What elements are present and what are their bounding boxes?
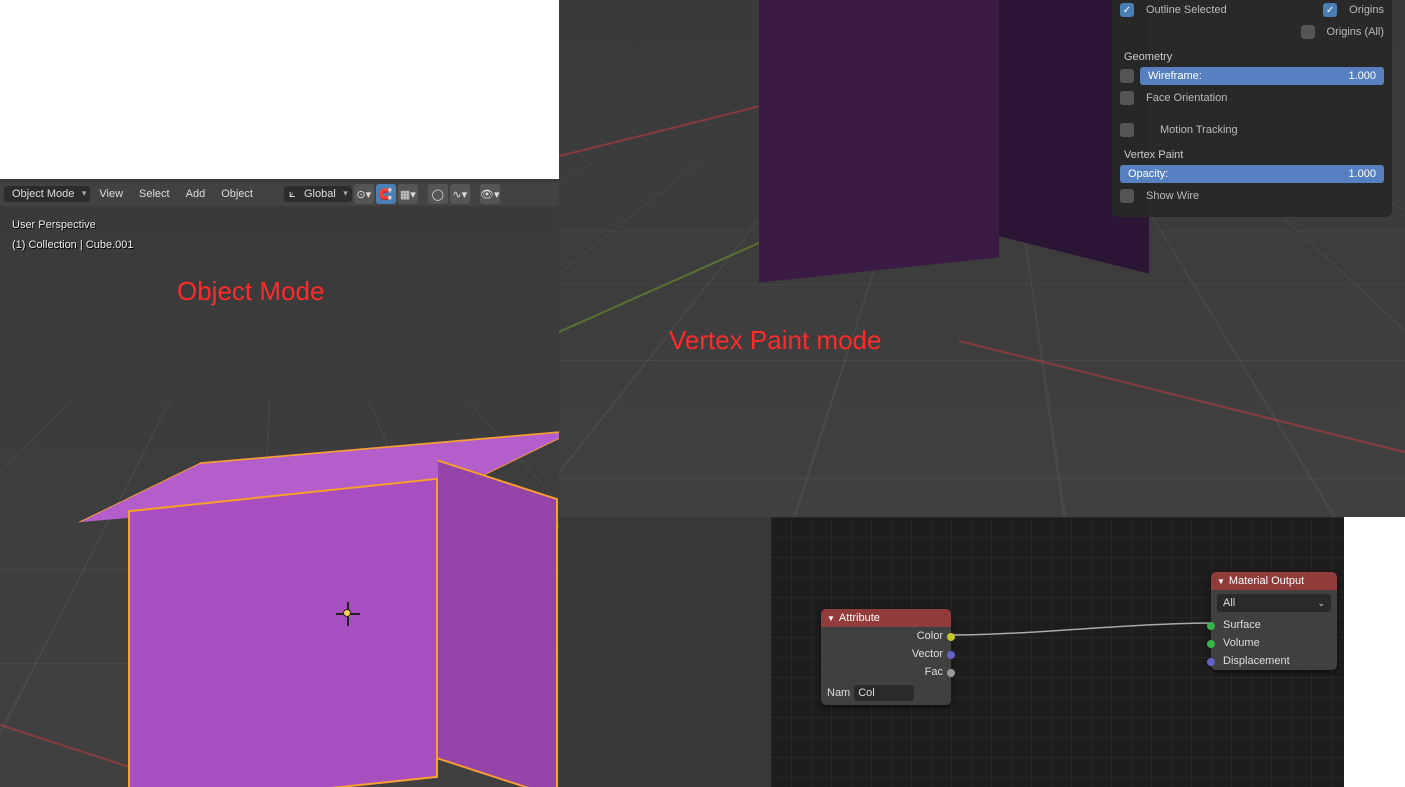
socket-surface-row: Surface [1211, 616, 1337, 634]
viewport-object-mode[interactable]: Object Mode View Select Add Object ⟀ Glo… [0, 179, 559, 787]
annotation-vertex-paint: Vertex Paint mode [669, 325, 881, 356]
origins-label: Origins [1343, 4, 1384, 16]
show-wire-checkbox[interactable] [1120, 189, 1134, 203]
wireframe-slider[interactable]: Wireframe: 1.000 [1140, 67, 1384, 85]
cube-vertex-paint[interactable] [759, 0, 1139, 280]
mode-select[interactable]: Object Mode [4, 186, 90, 202]
perspective-label: User Perspective [12, 219, 96, 231]
origins-checkbox[interactable]: ✓ [1323, 3, 1337, 17]
node-matout-title: Material Output [1229, 575, 1304, 587]
outline-selected-label: Outline Selected [1140, 4, 1227, 16]
node-attribute[interactable]: ▼ Attribute Color Vector Fac Nam [821, 609, 951, 705]
snap-toggle[interactable]: 🧲 [376, 184, 396, 204]
menu-object[interactable]: Object [214, 186, 260, 202]
white-gap-right [1344, 517, 1405, 787]
socket-color-out[interactable] [947, 633, 955, 641]
orientation-label: Global [304, 188, 336, 200]
socket-fac-label: Fac [925, 666, 943, 678]
menu-select[interactable]: Select [132, 186, 177, 202]
cube-face-front [759, 0, 999, 283]
menu-view[interactable]: View [92, 186, 130, 202]
annotation-object-mode: Object Mode [177, 276, 324, 307]
socket-volume-row: Volume [1211, 634, 1337, 652]
cube2-face-side [438, 460, 558, 787]
node-editor[interactable]: ▼ Attribute Color Vector Fac Nam ▼ Mater… [771, 517, 1344, 787]
pivot-icon[interactable]: ⊙▾ [354, 184, 374, 204]
socket-displacement-row: Displacement [1211, 652, 1337, 670]
socket-color-label: Color [917, 630, 943, 642]
opacity-slider[interactable]: Opacity: 1.000 [1120, 165, 1384, 183]
outline-selected-checkbox[interactable]: ✓ [1120, 3, 1134, 17]
socket-surface-in[interactable] [1207, 622, 1215, 630]
orientation-select[interactable]: ⟀ Global [284, 186, 352, 202]
wireframe-value: 1.000 [1348, 70, 1376, 82]
mode-label: Object Mode [12, 188, 74, 200]
blank-panel [0, 0, 559, 179]
orientation-icon: ⟀ [289, 188, 296, 201]
origins-all-checkbox[interactable] [1301, 25, 1315, 39]
socket-volume-label: Volume [1217, 637, 1260, 649]
show-wire-label: Show Wire [1140, 190, 1199, 202]
node-material-output[interactable]: ▼ Material Output All ⌄ Surface Volume D… [1211, 572, 1337, 670]
socket-vector-row: Vector [821, 645, 951, 663]
overlay-panel: ✓ Outline Selected ✓ Origins Origins (Al… [1112, 0, 1392, 217]
target-select[interactable]: All ⌄ [1217, 594, 1331, 612]
attr-name-input[interactable] [854, 685, 914, 701]
chevron-down-icon: ⌄ [1317, 598, 1325, 609]
proportional-toggle[interactable]: ◯ [428, 184, 448, 204]
proportional-type[interactable]: ∿▾ [450, 184, 470, 204]
socket-volume-in[interactable] [1207, 640, 1215, 648]
socket-fac-row: Fac [821, 663, 951, 681]
collapse-icon[interactable]: ▼ [827, 614, 835, 623]
attr-name-label: Nam [827, 687, 850, 699]
cube-object-mode[interactable] [128, 464, 558, 787]
face-orientation-label: Face Orientation [1140, 92, 1227, 104]
snap-type[interactable]: ▦▾ [398, 184, 418, 204]
collapse-icon-2[interactable]: ▼ [1217, 577, 1225, 586]
node-attribute-title: Attribute [839, 612, 880, 624]
socket-fac-out[interactable] [947, 669, 955, 677]
socket-displacement-label: Displacement [1217, 655, 1290, 667]
origins-all-label: Origins (All) [1321, 26, 1384, 38]
menu-add[interactable]: Add [179, 186, 213, 202]
socket-color-row: Color [821, 627, 951, 645]
motion-tracking-label: Motion Tracking [1140, 124, 1238, 136]
wireframe-checkbox[interactable] [1120, 69, 1134, 83]
target-row: All ⌄ [1211, 590, 1337, 616]
face-orientation-checkbox[interactable] [1120, 91, 1134, 105]
wireframe-label: Wireframe: [1148, 70, 1202, 82]
socket-displacement-in[interactable] [1207, 658, 1215, 666]
motion-tracking-checkbox[interactable] [1120, 123, 1134, 137]
opacity-value: 1.000 [1348, 168, 1376, 180]
section-geometry: Geometry [1120, 43, 1384, 65]
collection-label: (1) Collection | Cube.001 [12, 239, 133, 251]
visibility-icon[interactable]: 👁▾ [480, 184, 500, 204]
attr-name-row: Nam [821, 681, 951, 705]
section-vertex-paint: Vertex Paint [1120, 141, 1384, 163]
opacity-label: Opacity: [1128, 168, 1168, 180]
socket-vector-out[interactable] [947, 651, 955, 659]
node-matout-header[interactable]: ▼ Material Output [1211, 572, 1337, 590]
socket-surface-label: Surface [1217, 619, 1261, 631]
cube2-face-front [128, 478, 438, 787]
viewport-header: Object Mode View Select Add Object ⟀ Glo… [0, 182, 559, 206]
node-attribute-header[interactable]: ▼ Attribute [821, 609, 951, 627]
target-value: All [1223, 597, 1235, 609]
object-origin-gizmo [338, 604, 358, 624]
socket-vector-label: Vector [912, 648, 943, 660]
